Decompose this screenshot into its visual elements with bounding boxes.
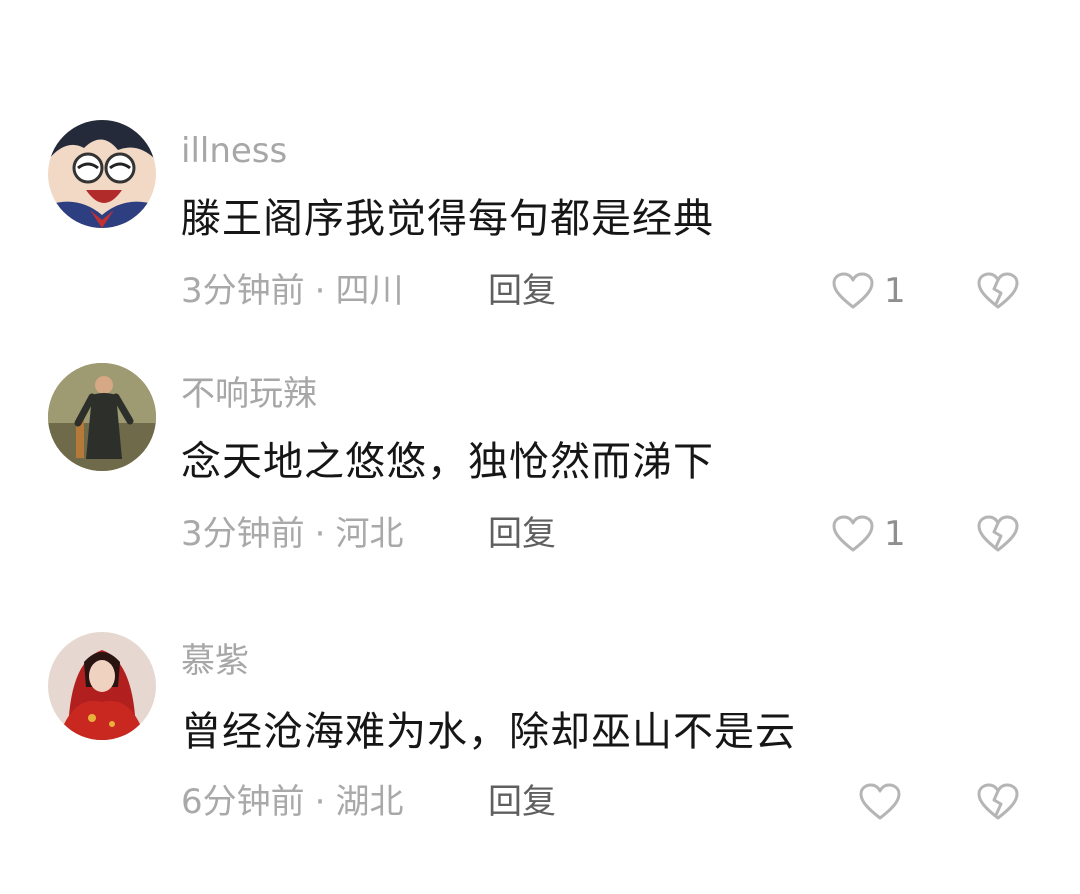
comment-meta: 3分钟前 · 四川	[181, 269, 403, 313]
broken-heart-icon	[977, 272, 1019, 309]
man-in-robe-avatar-icon	[48, 363, 156, 471]
separator: ·	[314, 782, 326, 822]
heart-icon	[832, 515, 874, 552]
comment-meta: 6分钟前 · 湖北	[181, 780, 403, 824]
username[interactable]: 慕紫	[181, 641, 249, 681]
like-count: 1	[884, 514, 906, 554]
avatar[interactable]	[48, 363, 156, 471]
avatar[interactable]	[48, 632, 156, 740]
anime-character-avatar-icon	[48, 120, 156, 228]
broken-heart-icon	[977, 783, 1019, 820]
username[interactable]: illness	[181, 131, 287, 171]
reply-button[interactable]: 回复	[488, 780, 556, 824]
timestamp: 3分钟前	[181, 514, 305, 554]
comment-text: 念天地之悠悠，独怆然而涕下	[181, 439, 714, 485]
dislike-button[interactable]	[976, 512, 1020, 556]
broken-heart-icon	[977, 515, 1019, 552]
timestamp: 6分钟前	[181, 782, 305, 822]
comment-text: 滕王阁序我觉得每句都是经典	[181, 196, 714, 242]
heart-icon	[832, 272, 874, 309]
reply-button[interactable]: 回复	[488, 512, 556, 556]
like-button[interactable]: 1	[832, 269, 906, 313]
like-count: 1	[884, 271, 906, 311]
comment-item: 不响玩辣 念天地之悠悠，独怆然而涕下 3分钟前 · 河北 回复 1	[0, 353, 1080, 583]
dislike-button[interactable]	[976, 269, 1020, 313]
heart-icon	[859, 783, 901, 820]
woman-in-red-avatar-icon	[48, 632, 156, 740]
dislike-button[interactable]	[976, 780, 1020, 824]
location: 四川	[335, 271, 404, 311]
comment-item: 慕紫 曾经沧海难为水，除却巫山不是云 6分钟前 · 湖北 回复	[0, 620, 1080, 850]
location: 湖北	[335, 782, 404, 822]
username[interactable]: 不响玩辣	[181, 374, 317, 414]
avatar[interactable]	[48, 120, 156, 228]
reply-button[interactable]: 回复	[488, 269, 556, 313]
comment-meta: 3分钟前 · 河北	[181, 512, 403, 556]
like-button[interactable]: 1	[832, 512, 906, 556]
comment-text: 曾经沧海难为水，除却巫山不是云	[181, 709, 796, 755]
separator: ·	[314, 271, 326, 311]
comment-item: illness 滕王阁序我觉得每句都是经典 3分钟前 · 四川 回复 1	[0, 110, 1080, 340]
location: 河北	[335, 514, 404, 554]
like-button[interactable]	[859, 780, 901, 824]
timestamp: 3分钟前	[181, 271, 305, 311]
separator: ·	[314, 514, 326, 554]
